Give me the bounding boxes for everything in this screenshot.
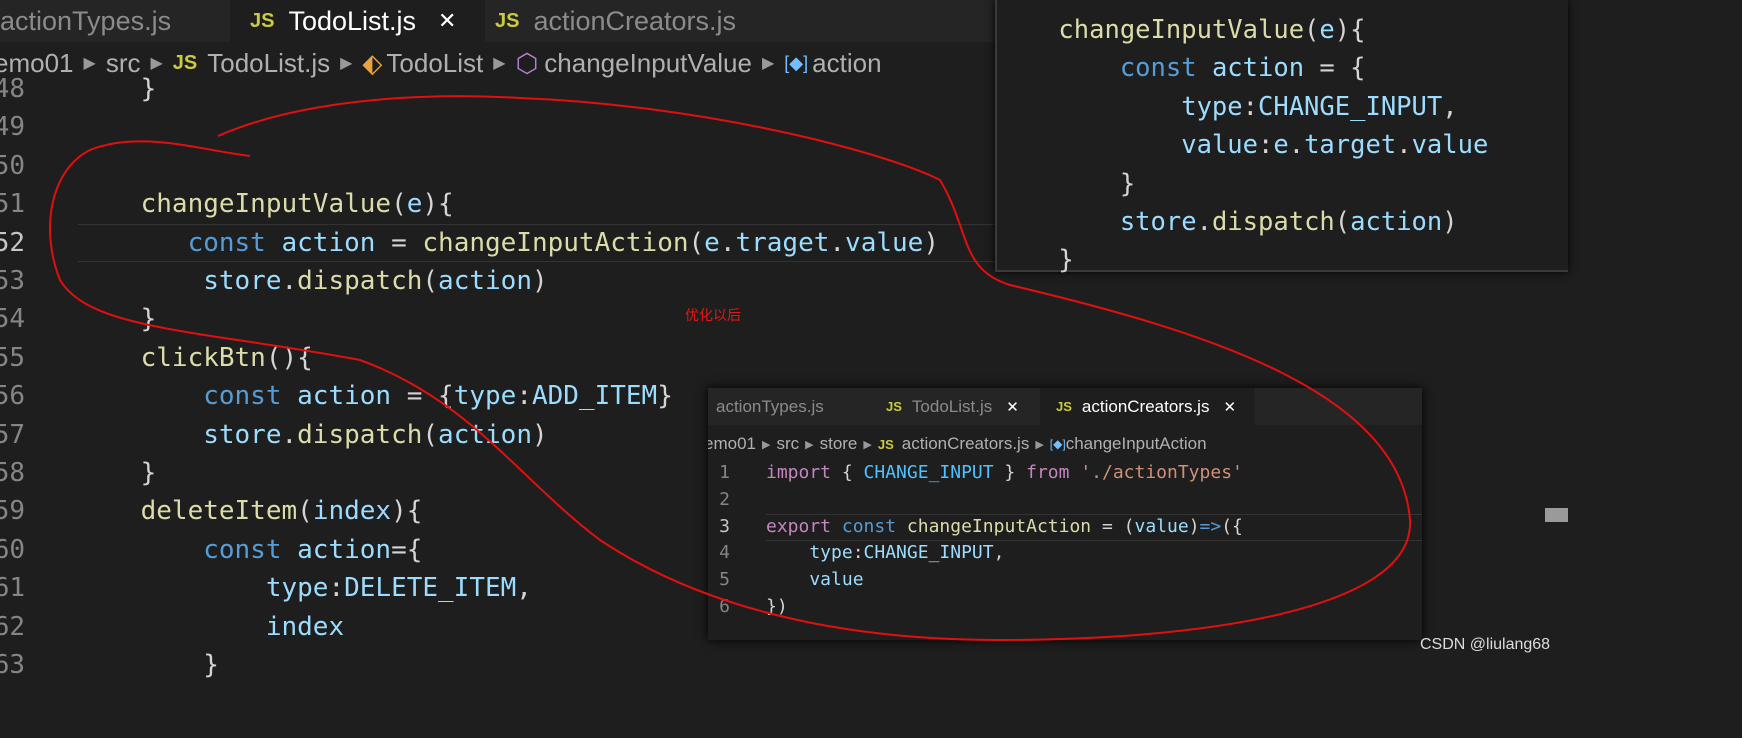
annotation-stroke: [49, 95, 1412, 642]
red-annotation-circle: [49, 95, 1412, 642]
